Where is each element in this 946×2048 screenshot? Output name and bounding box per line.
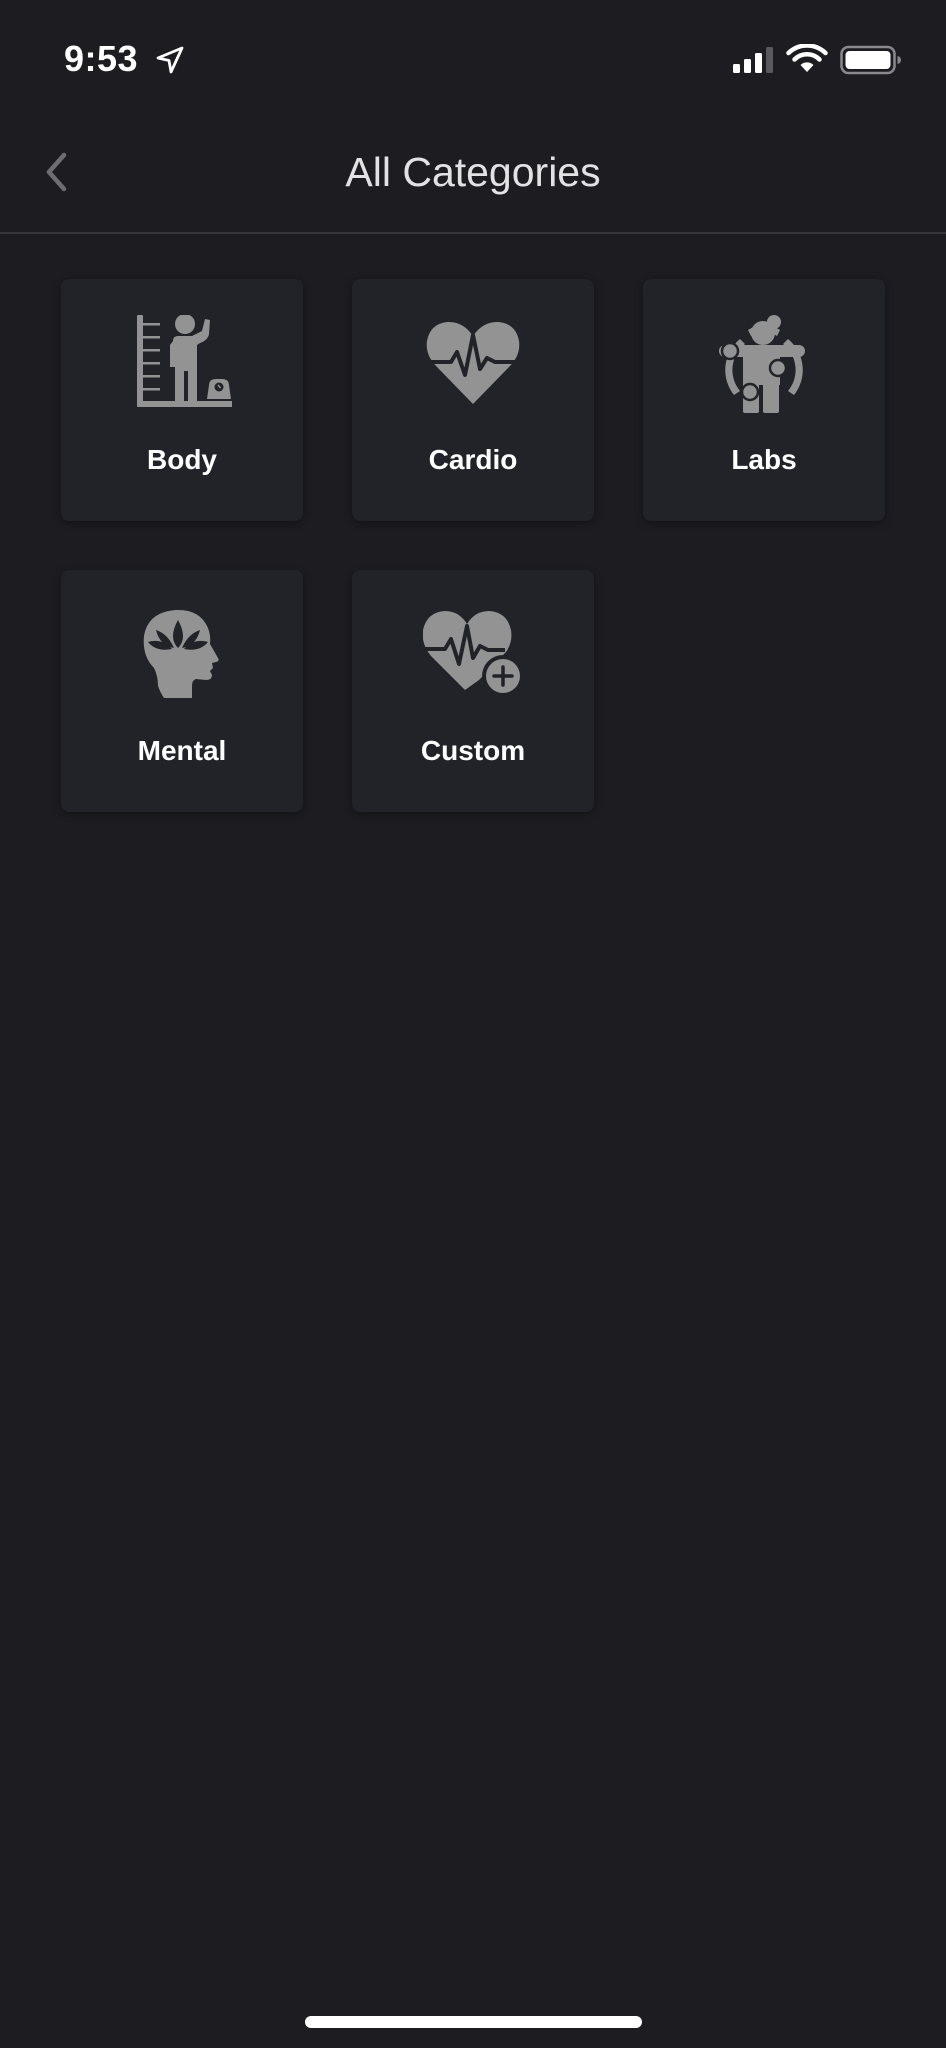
heart-pulse-icon xyxy=(426,321,520,404)
category-card-body[interactable]: Body xyxy=(61,279,303,521)
navigation-bar: All Categories xyxy=(0,100,946,234)
category-grid: Body Cardio Labs Mental Custom xyxy=(61,279,885,812)
body-measurement-icon xyxy=(137,315,232,407)
category-label: Mental xyxy=(137,735,227,766)
category-card-labs[interactable]: Labs xyxy=(643,279,885,521)
status-bar: 9:53 xyxy=(0,0,946,100)
mind-lotus-icon xyxy=(143,609,219,698)
category-card-cardio[interactable]: Cardio xyxy=(352,279,594,521)
location-arrow-icon xyxy=(156,46,184,74)
category-label: Cardio xyxy=(428,444,518,475)
category-label: Labs xyxy=(731,444,797,475)
page-title: All Categories xyxy=(345,149,601,195)
body-scan-icon xyxy=(719,315,805,413)
status-time: 9:53 xyxy=(64,38,139,79)
category-card-custom[interactable]: Custom xyxy=(352,570,594,812)
wifi-icon xyxy=(786,44,828,72)
category-label: Body xyxy=(147,444,217,475)
heart-plus-icon xyxy=(423,611,523,697)
category-label: Custom xyxy=(420,735,526,766)
battery-icon xyxy=(840,45,901,75)
cellular-signal-icon xyxy=(733,47,773,73)
category-card-mental[interactable]: Mental xyxy=(61,570,303,812)
home-indicator[interactable] xyxy=(305,2016,642,2028)
